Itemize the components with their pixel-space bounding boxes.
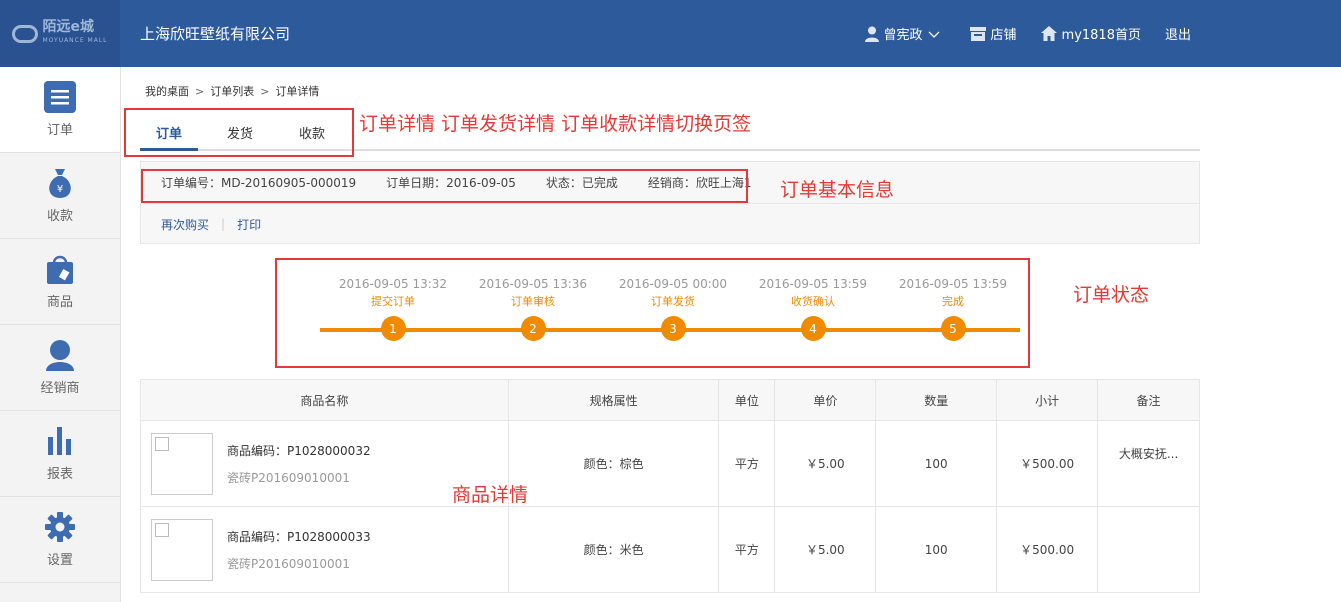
breadcrumb-separator: > — [260, 85, 270, 98]
list-icon — [44, 81, 76, 113]
sidebar-item-orders[interactable]: 订单 — [0, 67, 120, 153]
top-nav: 曾宪政 店铺 my1818首页 退出 — [864, 0, 1341, 67]
annotation-box-status — [275, 258, 1030, 368]
store-icon — [969, 26, 986, 41]
column-header: 小计 — [996, 379, 1099, 421]
order-actions: 再次购买 | 打印 — [141, 204, 1199, 244]
subtotal-cell: ￥500.00 — [996, 506, 1099, 593]
product-code: 商品编码：P1028000032 — [227, 443, 371, 458]
person-icon — [44, 339, 76, 371]
sidebar-item-label: 收款 — [46, 209, 73, 224]
sidebar-item-label: 报表 — [46, 467, 73, 482]
breadcrumb-separator: > — [195, 85, 205, 98]
sidebar-item-payments[interactable]: ¥ 收款 — [0, 153, 120, 239]
annotation-info: 订单基本信息 — [780, 179, 895, 201]
qty-cell: 100 — [875, 420, 998, 507]
rebuy-link[interactable]: 再次购买 — [161, 216, 209, 233]
subtotal-cell: ￥500.00 — [996, 420, 1099, 507]
sidebar-item-label: 订单 — [46, 123, 73, 138]
sidebar-item-label: 设置 — [46, 553, 73, 568]
sidebar-item-reports[interactable]: 报表 — [0, 411, 120, 497]
breadcrumb-order-detail: 订单详情 — [275, 85, 320, 98]
column-header: 备注 — [1097, 379, 1200, 421]
sidebar-item-settings[interactable]: 设置 — [0, 497, 120, 583]
note-cell — [1097, 506, 1200, 593]
table-row: 商品编码：P1028000032 瓷砖P201609010001 颜色：棕色 平… — [140, 420, 1200, 507]
store-link[interactable]: 店铺 — [969, 24, 1017, 43]
chevron-down-icon — [928, 31, 939, 38]
print-link[interactable]: 打印 — [237, 216, 261, 233]
logout-link[interactable]: 退出 — [1165, 24, 1191, 43]
column-header: 规格属性 — [507, 379, 720, 421]
company-name: 上海欣旺壁纸有限公司 — [140, 25, 291, 43]
sidebar-item-label: 经销商 — [40, 381, 80, 396]
price-cell: ￥5.00 — [774, 506, 877, 593]
sidebar-item-dealers[interactable]: 经销商 — [0, 325, 120, 411]
top-bar: 陌远e城 MOYUANCE MALL 上海欣旺壁纸有限公司 曾宪政 店铺 my1… — [0, 0, 1341, 67]
product-cell: 商品编码：P1028000033 瓷砖P201609010001 — [140, 506, 509, 593]
annotation-box-info — [141, 169, 748, 203]
home-link[interactable]: my1818首页 — [1040, 24, 1141, 43]
gear-icon — [44, 511, 76, 543]
spec-cell: 颜色：米色 — [507, 506, 720, 593]
user-icon — [864, 26, 879, 42]
annotation-box-tabs — [124, 108, 354, 157]
breadcrumb-desktop[interactable]: 我的桌面 — [145, 85, 189, 98]
column-header: 数量 — [875, 379, 998, 421]
money-bag-icon: ¥ — [44, 167, 76, 199]
product-thumbnail[interactable] — [151, 432, 213, 495]
annotation-status: 订单状态 — [1073, 284, 1150, 306]
unit-cell: 平方 — [718, 420, 776, 507]
sidebar: 订单 ¥ 收款 商品 经销商 报表 设置 — [0, 67, 121, 602]
product-code: 商品编码：P1028000033 — [227, 529, 371, 544]
qty-cell: 100 — [875, 506, 998, 593]
sidebar-item-label: 商品 — [46, 295, 73, 310]
store-label: 店铺 — [990, 28, 1017, 43]
product-thumbnail[interactable] — [151, 518, 213, 581]
product-name: 瓷砖P201609010001 — [227, 556, 350, 571]
shopping-bag-icon — [44, 253, 76, 285]
note-cell: 大概安抚... — [1097, 420, 1200, 507]
breadcrumb-order-list[interactable]: 订单列表 — [210, 85, 254, 98]
table-row: 商品编码：P1028000033 瓷砖P201609010001 颜色：米色 平… — [140, 506, 1200, 593]
column-header: 单价 — [774, 379, 877, 421]
logo-mark-icon — [12, 24, 39, 43]
annotation-tabs: 订单详情 订单发货详情 订单收款详情切换页签 — [359, 113, 752, 135]
logo-text: 陌远e城 — [42, 18, 94, 35]
spec-cell: 颜色：棕色 — [507, 420, 720, 507]
column-header: 商品名称 — [140, 379, 509, 421]
user-name: 曾宪政 — [883, 28, 923, 43]
breadcrumb: 我的桌面 > 订单列表 > 订单详情 — [145, 83, 319, 99]
home-label: my1818首页 — [1061, 28, 1141, 43]
product-table: 商品名称 规格属性 单位 单价 数量 小计 备注 商品编码：P102800003… — [140, 379, 1200, 593]
bar-chart-icon — [44, 425, 76, 457]
logout-label: 退出 — [1164, 28, 1191, 43]
action-divider: | — [221, 217, 226, 231]
product-name: 瓷砖P201609010001 — [227, 470, 350, 485]
sidebar-item-products[interactable]: 商品 — [0, 239, 120, 325]
unit-cell: 平方 — [718, 506, 776, 593]
table-header-row: 商品名称 规格属性 单位 单价 数量 小计 备注 — [140, 379, 1200, 421]
logo-subtext: MOYUANCE MALL — [42, 36, 108, 44]
price-cell: ￥5.00 — [774, 420, 877, 507]
svg-text:¥: ¥ — [57, 184, 63, 195]
annotation-products: 商品详情 — [452, 484, 529, 506]
column-header: 单位 — [718, 379, 776, 421]
user-menu[interactable]: 曾宪政 — [864, 24, 946, 43]
logo[interactable]: 陌远e城 MOYUANCE MALL — [0, 0, 120, 67]
home-icon — [1040, 26, 1057, 41]
